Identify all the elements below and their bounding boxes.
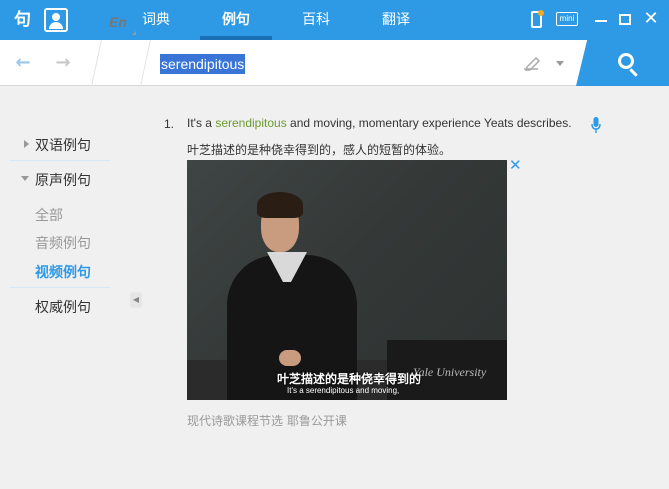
- video-player[interactable]: Yale University 叶芝描述的是种侥幸得到的 It's a sere…: [187, 160, 507, 400]
- close-window-button[interactable]: ✕: [642, 8, 660, 30]
- example-english-before: It's a: [187, 116, 216, 130]
- language-selector[interactable]: En: [109, 14, 127, 30]
- minimize-button[interactable]: [595, 20, 607, 22]
- sidebar-item-label: 权威例句: [35, 300, 91, 316]
- maximize-button[interactable]: [619, 14, 631, 25]
- mobile-icon[interactable]: [531, 10, 544, 28]
- language-selector-frame: [91, 40, 151, 86]
- video-speaker-hair: [257, 192, 303, 218]
- microphone-icon[interactable]: [591, 117, 601, 133]
- sidebar-divider: [10, 287, 110, 288]
- mini-mode-button[interactable]: mini: [556, 12, 578, 26]
- sidebar-divider: [10, 160, 110, 161]
- user-avatar-icon[interactable]: [44, 8, 68, 32]
- example-english: It's a serendipitous and moving, momenta…: [187, 116, 572, 130]
- sidebar-collapse-handle[interactable]: ◀: [130, 292, 142, 308]
- tab-translate[interactable]: 翻译: [356, 0, 436, 40]
- example-english-after: and moving, momentary experience Yeats d…: [286, 116, 572, 130]
- collapse-arrow-icon: [21, 176, 29, 181]
- expand-arrow-icon: [24, 140, 29, 148]
- tab-dictionary[interactable]: 词典: [116, 0, 196, 40]
- sidebar-item-label: 原声例句: [35, 173, 91, 189]
- sidebar-subitem-audio[interactable]: 音频例句: [35, 233, 91, 253]
- close-video-icon[interactable]: ✕: [509, 156, 522, 174]
- tab-examples[interactable]: 例句: [196, 0, 276, 40]
- video-subtitle-english: It's a serendipitous and moving,: [287, 386, 400, 395]
- title-bar: 句 词典 例句 百科 翻译 mini ✕: [0, 0, 669, 40]
- handwriting-caret-icon[interactable]: [556, 61, 564, 66]
- example-keyword[interactable]: serendipitous: [215, 116, 286, 130]
- handwriting-icon[interactable]: [522, 55, 542, 71]
- sidebar-subitem-all[interactable]: 全部: [35, 205, 63, 225]
- sidebar-item-label: 双语例句: [35, 138, 91, 154]
- example-number: 1.: [164, 117, 175, 131]
- example-chinese: 叶芝描述的是种侥幸得到的，感人的短暂的体验。: [187, 143, 452, 157]
- search-bar: ← →: [0, 40, 669, 86]
- tab-encyclopedia[interactable]: 百科: [276, 0, 356, 40]
- video-watermark: Yale University: [413, 365, 487, 379]
- forward-arrow-icon[interactable]: →: [54, 54, 72, 72]
- language-caret-icon: [132, 31, 136, 35]
- app-logo[interactable]: 句: [14, 8, 36, 32]
- example-source[interactable]: 现代诗歌课程节选 耶鲁公开课: [187, 412, 347, 429]
- search-input[interactable]: serendipitous: [160, 54, 246, 74]
- video-speaker-hand: [279, 350, 301, 366]
- video-subtitle-chinese: 叶芝描述的是种侥幸得到的: [277, 372, 422, 386]
- sidebar-subitem-video[interactable]: 视频例句: [35, 262, 91, 282]
- search-icon[interactable]: [618, 53, 634, 69]
- back-arrow-icon[interactable]: ←: [14, 54, 32, 72]
